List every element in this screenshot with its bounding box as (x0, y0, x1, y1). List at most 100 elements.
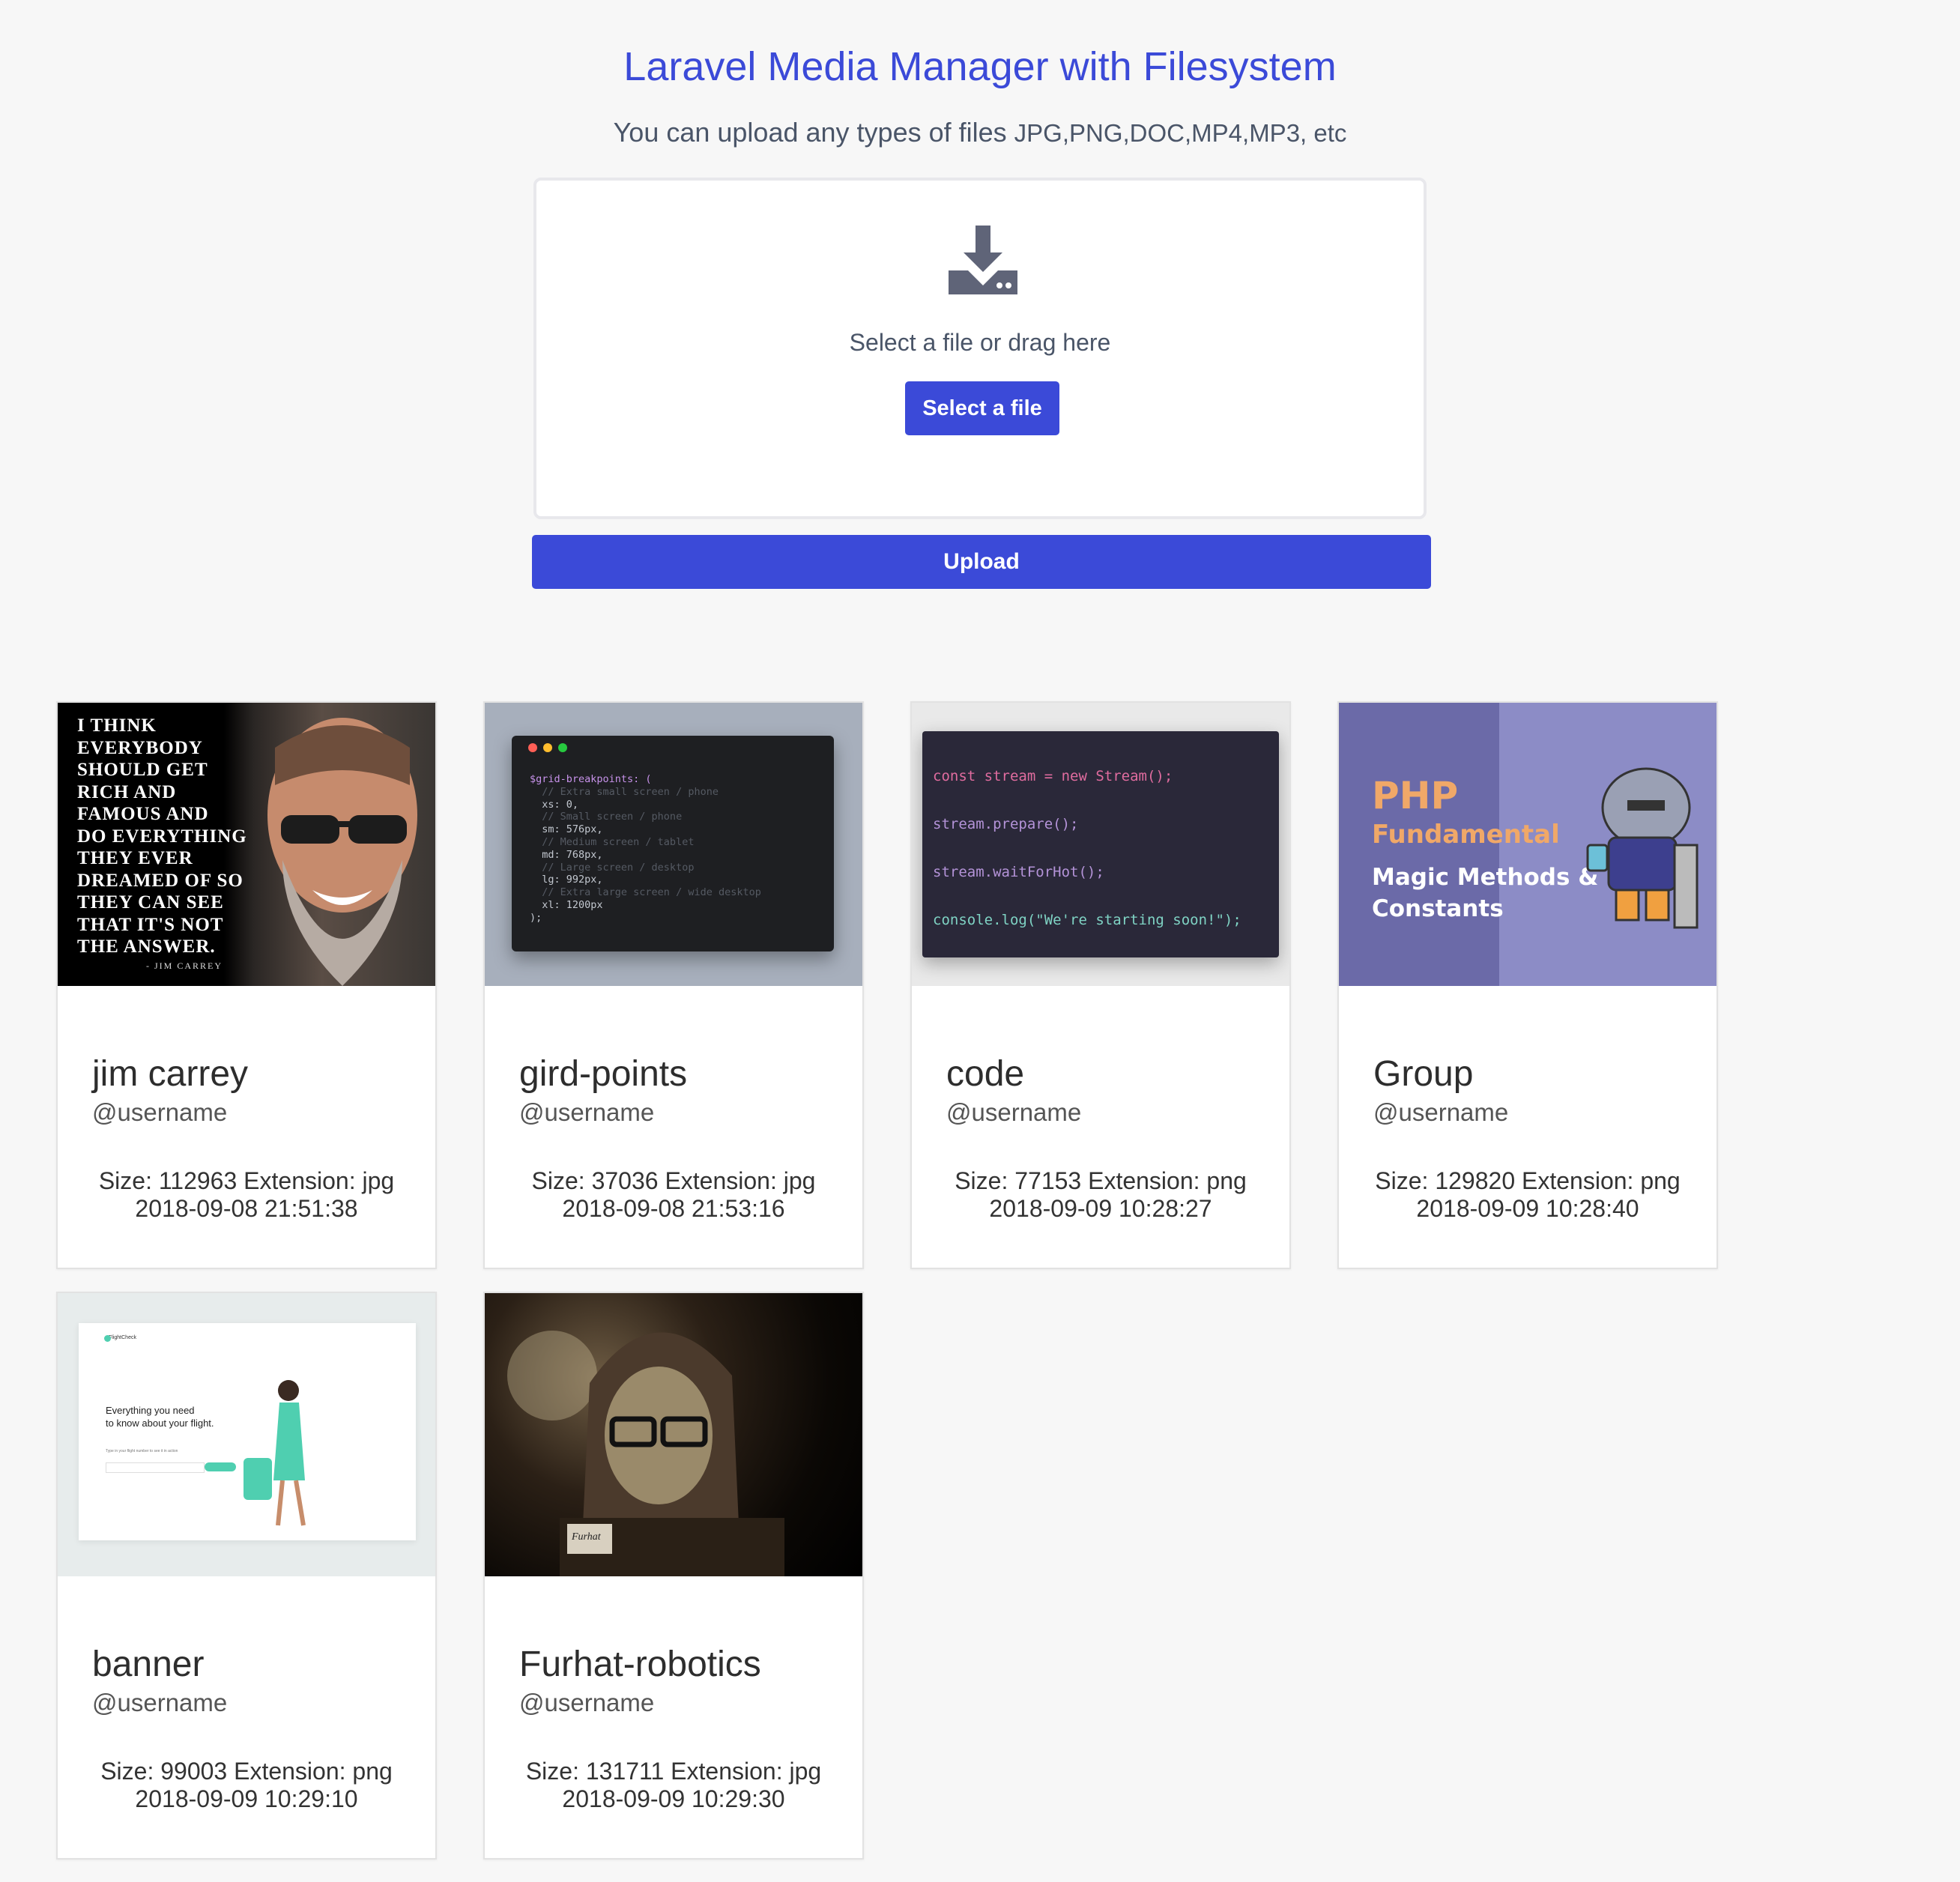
media-username: @username (519, 1098, 655, 1126)
upload-date: 2018-09-08 21:51:38 (135, 1195, 358, 1222)
mock-brand: FlightCheck (109, 1335, 136, 1340)
quote-author: - JIM CARREY (146, 960, 223, 971)
code-block: const stream = new Stream(); stream.prepa… (933, 752, 1241, 944)
media-card[interactable]: PHP Fundamental Magic Methods & Constant… (1337, 701, 1718, 1269)
quote-line: EVERYBODY (77, 737, 203, 758)
website-mockup: FlightCheck Everything you need to know … (79, 1323, 416, 1540)
media-card[interactable]: FlightCheck Everything you need to know … (56, 1292, 437, 1860)
size-value: 129820 (1435, 1167, 1516, 1194)
media-username: @username (92, 1689, 228, 1716)
media-card[interactable]: $grid-breakpoints: ( // Extra small scre… (483, 701, 864, 1269)
mock-headline-2: to know about your flight. (106, 1417, 214, 1429)
traveler-illustration (244, 1380, 306, 1526)
media-username: @username (946, 1098, 1082, 1126)
code-line: console.log("We're starting soon!"); (933, 912, 1241, 928)
code-line: xs: 0, (530, 798, 579, 811)
extension-value: jpg (789, 1758, 822, 1785)
upload-button[interactable]: Upload (532, 535, 1431, 589)
quote-line: RICH AND (77, 781, 177, 802)
mock-button (205, 1462, 236, 1471)
code-line: sm: 576px, (530, 823, 603, 836)
code-line: // Extra large screen / wide desktop (530, 886, 761, 899)
quote-text: I THINK EVERYBODY SHOULD GET RICH AND FAMOUS… (77, 715, 247, 958)
brand-logo-icon (104, 1335, 111, 1342)
page-subtitle: You can upload any types of files JPG,PN… (0, 117, 1960, 148)
size-label: Size: (955, 1167, 1008, 1194)
mock-headline-1: Everything you need (106, 1405, 195, 1416)
media-meta: Size: 37036 Extension: jpg 2018-09-08 21… (485, 1167, 862, 1223)
upload-date: 2018-09-08 21:53:16 (562, 1195, 785, 1222)
subtitle-text: You can upload any types of files (613, 117, 1014, 148)
code-window: const stream = new Stream(); stream.prepa… (922, 731, 1279, 957)
media-name: gird-points (519, 1054, 688, 1094)
select-file-button[interactable]: Select a file (905, 381, 1059, 435)
elephant-mascot-icon (1586, 767, 1699, 929)
robot-head-photo (507, 1331, 784, 1576)
media-meta: Size: 77153 Extension: png 2018-09-09 10… (912, 1167, 1289, 1223)
furhat-label: Furhat (572, 1531, 601, 1543)
media-card[interactable]: I THINK EVERYBODY SHOULD GET RICH AND FAMOUS… (56, 701, 437, 1269)
quote-line: FAMOUS AND (77, 804, 209, 824)
file-dropzone[interactable]: Select a file or drag here Select a file (533, 178, 1427, 519)
quote-line: THEY EVER (77, 848, 193, 868)
upload-date: 2018-09-09 10:28:40 (1416, 1195, 1639, 1222)
code-line: lg: 992px, (530, 874, 603, 886)
quote-line: THEY CAN SEE (77, 892, 224, 913)
extension-label: Extension: (665, 1167, 777, 1194)
upload-date: 2018-09-09 10:29:30 (562, 1785, 785, 1812)
code-line: $grid-breakpoints: ( (530, 773, 652, 785)
code-line: // Extra small screen / phone (530, 785, 719, 798)
size-value: 77153 (1014, 1167, 1082, 1194)
extension-label: Extension: (234, 1758, 346, 1785)
file-types: JPG,PNG,DOC,MP4,MP3, etc (1014, 119, 1347, 147)
window-controls (528, 743, 567, 752)
quote-line: I THINK (77, 715, 157, 736)
media-card[interactable]: const stream = new Stream(); stream.prepa… (910, 701, 1291, 1269)
code-block: $grid-breakpoints: ( // Extra small scre… (530, 773, 761, 925)
quote-line: THE ANSWER. (77, 937, 216, 957)
mock-hint: Type in your flight number to see it in … (106, 1449, 178, 1453)
media-name: jim carrey (92, 1054, 249, 1094)
page-title: Laravel Media Manager with Filesystem (623, 44, 1337, 89)
media-name: banner (92, 1645, 205, 1684)
media-meta: Size: 99003 Extension: png 2018-09-09 10… (58, 1758, 435, 1813)
php-line-1: Magic Methods & (1372, 864, 1599, 891)
size-label: Size: (100, 1758, 154, 1785)
php-title: PHP (1372, 774, 1459, 817)
code-line: const stream = new Stream(); (933, 768, 1173, 784)
maximize-dot-icon (558, 743, 567, 752)
media-meta: Size: 112963 Extension: jpg 2018-09-08 2… (58, 1167, 435, 1223)
code-line: md: 768px, (530, 848, 603, 861)
media-meta: Size: 131711 Extension: jpg 2018-09-09 1… (485, 1758, 862, 1813)
media-thumbnail: FlightCheck Everything you need to know … (58, 1293, 435, 1576)
size-value: 37036 (591, 1167, 659, 1194)
php-line-2: Constants (1372, 895, 1504, 922)
php-subtitle: Fundamental (1372, 820, 1560, 850)
upload-date: 2018-09-09 10:28:27 (989, 1195, 1212, 1222)
quote-line: DREAMED OF SO (77, 870, 244, 891)
code-line: stream.prepare(); (933, 816, 1079, 832)
quote-line: THAT IT'S NOT (77, 914, 224, 935)
media-card[interactable]: Furhat Furhat-robotics @username Size: 1… (483, 1292, 864, 1860)
size-label: Size: (1375, 1167, 1429, 1194)
extension-value: jpg (783, 1167, 816, 1194)
mock-headline: Everything you need to know about your f… (106, 1404, 214, 1429)
media-meta: Size: 129820 Extension: png 2018-09-09 1… (1339, 1167, 1716, 1223)
media-username: @username (519, 1689, 655, 1716)
close-dot-icon (528, 743, 537, 752)
extension-value: png (1640, 1167, 1681, 1194)
mock-input (106, 1462, 205, 1473)
media-thumbnail: PHP Fundamental Magic Methods & Constant… (1339, 703, 1716, 986)
size-value: 112963 (158, 1167, 238, 1194)
code-line: // Medium screen / tablet (530, 835, 695, 848)
size-label: Size: (525, 1758, 579, 1785)
code-line: xl: 1200px (530, 898, 603, 911)
extension-label: Extension: (1522, 1167, 1634, 1194)
download-tray-icon (949, 226, 1017, 294)
code-line: // Small screen / phone (530, 811, 683, 823)
quote-line: DO EVERYTHING (77, 826, 247, 847)
media-username: @username (92, 1098, 228, 1126)
php-banner-text: PHP Fundamental Magic Methods & Constant… (1372, 773, 1598, 925)
code-editor-window: $grid-breakpoints: ( // Extra small scre… (512, 736, 834, 951)
quote-line: SHOULD GET (77, 760, 208, 780)
